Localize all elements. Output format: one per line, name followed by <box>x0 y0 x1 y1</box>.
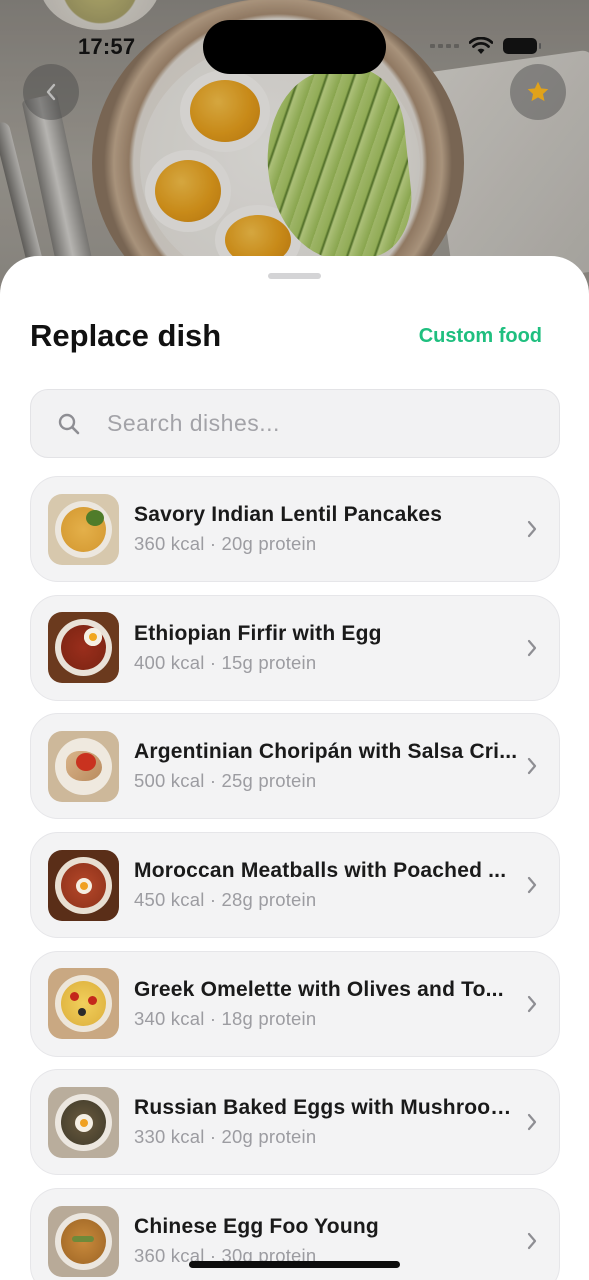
screen: 17:57 Replace dish Custom food Search di… <box>0 0 589 1280</box>
star-icon <box>527 81 549 102</box>
sheet-grabber[interactable] <box>268 273 321 279</box>
dish-thumbnail <box>48 849 119 921</box>
dish-thumbnail <box>48 730 119 802</box>
dish-thumbnail <box>48 1086 119 1158</box>
dish-thumbnail <box>48 612 119 684</box>
dish-nutrition: 450 kcal · 28g protein <box>134 889 317 911</box>
dish-name: Greek Omelette with Olives and To... <box>134 977 504 1001</box>
chevron-right-icon <box>527 520 537 538</box>
sheet-title: Replace dish <box>30 318 222 353</box>
dish-name: Chinese Egg Foo Young <box>134 1215 379 1239</box>
chevron-right-icon <box>527 758 537 775</box>
dish-name: Argentinian Choripán with Salsa Cri... <box>134 740 518 764</box>
battery-icon <box>503 38 541 54</box>
dish-item[interactable]: Russian Baked Eggs with Mushrooms 330 kc… <box>30 1069 560 1176</box>
chevron-right-icon <box>527 639 537 656</box>
dish-thumbnail <box>48 1205 119 1277</box>
dish-nutrition: 340 kcal · 18g protein <box>134 1007 317 1029</box>
dish-name: Moroccan Meatballs with Poached ... <box>134 859 507 883</box>
wifi-icon <box>469 37 493 54</box>
custom-food-button[interactable]: Custom food <box>419 325 542 348</box>
dish-item[interactable]: Ethiopian Firfir with Egg 400 kcal · 15g… <box>30 594 560 701</box>
dish-name: Ethiopian Firfir with Egg <box>134 621 382 645</box>
favorite-button[interactable] <box>510 64 566 120</box>
home-indicator <box>189 1261 400 1268</box>
status-time: 17:57 <box>78 34 136 59</box>
dish-thumbnail <box>48 968 119 1040</box>
chevron-right-icon <box>527 1114 537 1131</box>
chevron-right-icon <box>527 1233 537 1250</box>
dish-nutrition: 400 kcal · 15g protein <box>134 651 317 673</box>
dish-name: Savory Indian Lentil Pancakes <box>134 503 443 526</box>
back-button[interactable] <box>23 64 79 120</box>
dynamic-island <box>203 20 386 74</box>
dish-thumbnail <box>48 493 119 565</box>
dish-name: Russian Baked Eggs with Mushrooms <box>134 1096 519 1120</box>
dish-nutrition: 330 kcal · 20g protein <box>134 1126 317 1148</box>
chevron-right-icon <box>527 995 537 1012</box>
search-input[interactable] <box>107 410 527 437</box>
dish-list: Savory Indian Lentil Pancakes 360 kcal ·… <box>30 476 560 1280</box>
dish-item[interactable]: Argentinian Choripán with Salsa Cri... 5… <box>30 713 560 820</box>
status-icons <box>430 37 541 55</box>
search-icon <box>31 412 107 436</box>
replace-dish-sheet: Replace dish Custom food Savory Indian L <box>0 256 589 1280</box>
dish-nutrition: 360 kcal · 20g protein <box>134 533 317 554</box>
chevron-left-icon <box>46 83 56 101</box>
search-field[interactable] <box>30 389 560 458</box>
dish-item[interactable]: Moroccan Meatballs with Poached ... 450 … <box>30 832 560 939</box>
dish-nutrition: 500 kcal · 25g protein <box>134 770 317 792</box>
cellular-signal-icon <box>430 44 459 48</box>
dish-item[interactable]: Greek Omelette with Olives and To... 340… <box>30 950 560 1057</box>
chevron-right-icon <box>527 876 537 894</box>
dish-item[interactable]: Savory Indian Lentil Pancakes 360 kcal ·… <box>30 476 560 582</box>
